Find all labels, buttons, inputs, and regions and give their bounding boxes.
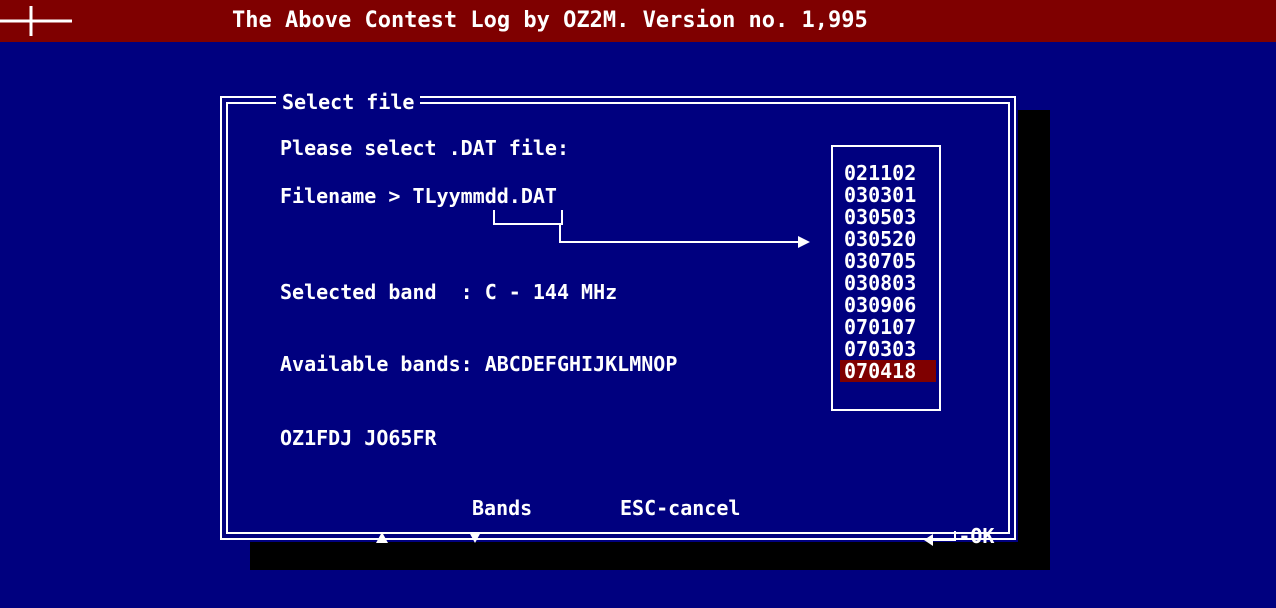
bands-button[interactable]: Bands: [472, 494, 532, 522]
file-list-item-selected[interactable]: 070418: [840, 360, 936, 382]
dialog-title: Select file: [276, 90, 421, 114]
dos-screen: The Above Contest Log by OZ2M. Version n…: [0, 0, 1276, 608]
file-list-item[interactable]: 030705: [840, 250, 936, 272]
file-list-item[interactable]: 021102: [840, 162, 936, 184]
title-bar: The Above Contest Log by OZ2M. Version n…: [0, 0, 1276, 42]
file-list-item[interactable]: 070107: [840, 316, 936, 338]
file-list-item[interactable]: 030503: [840, 206, 936, 228]
app-title: The Above Contest Log by OZ2M. Version n…: [232, 8, 868, 33]
arrow-down-icon: [469, 532, 482, 543]
filename-input[interactable]: Filename > TLyymmdd.DAT: [280, 184, 557, 208]
date-pointer-arrow-icon: [493, 210, 810, 248]
file-list-box: 021102 030301 030503 030520 030705 030803 0309…: [830, 144, 942, 412]
esc-cancel-button[interactable]: ESC-cancel: [620, 494, 740, 522]
file-list-item[interactable]: 030301: [840, 184, 936, 206]
station-info-label: OZ1FDJ JO65FR: [280, 426, 437, 450]
prompt-label: Please select .DAT file:: [280, 136, 569, 160]
ok-label: -OK: [958, 524, 995, 548]
footer-bar: Bands ESC-cancel -OK: [218, 494, 1018, 548]
file-list: 021102 030301 030503 030520 030705 030803 0309…: [840, 162, 936, 382]
select-file-dialog: Select file Please select .DAT file: Fil…: [218, 90, 1018, 548]
ok-button[interactable]: -OK: [828, 494, 994, 578]
file-list-item[interactable]: 030520: [840, 228, 936, 250]
enter-key-icon: [924, 530, 957, 546]
file-list-item[interactable]: 030803: [840, 272, 936, 294]
arrow-down-button[interactable]: [373, 494, 482, 578]
selected-band-label: Selected band : C - 144 MHz: [280, 280, 618, 304]
cross-icon[interactable]: [0, 0, 80, 42]
file-list-item[interactable]: 070303: [840, 338, 936, 360]
available-bands-label: Available bands: ABCDEFGHIJKLMNOP: [280, 352, 678, 376]
file-list-item[interactable]: 030906: [840, 294, 936, 316]
